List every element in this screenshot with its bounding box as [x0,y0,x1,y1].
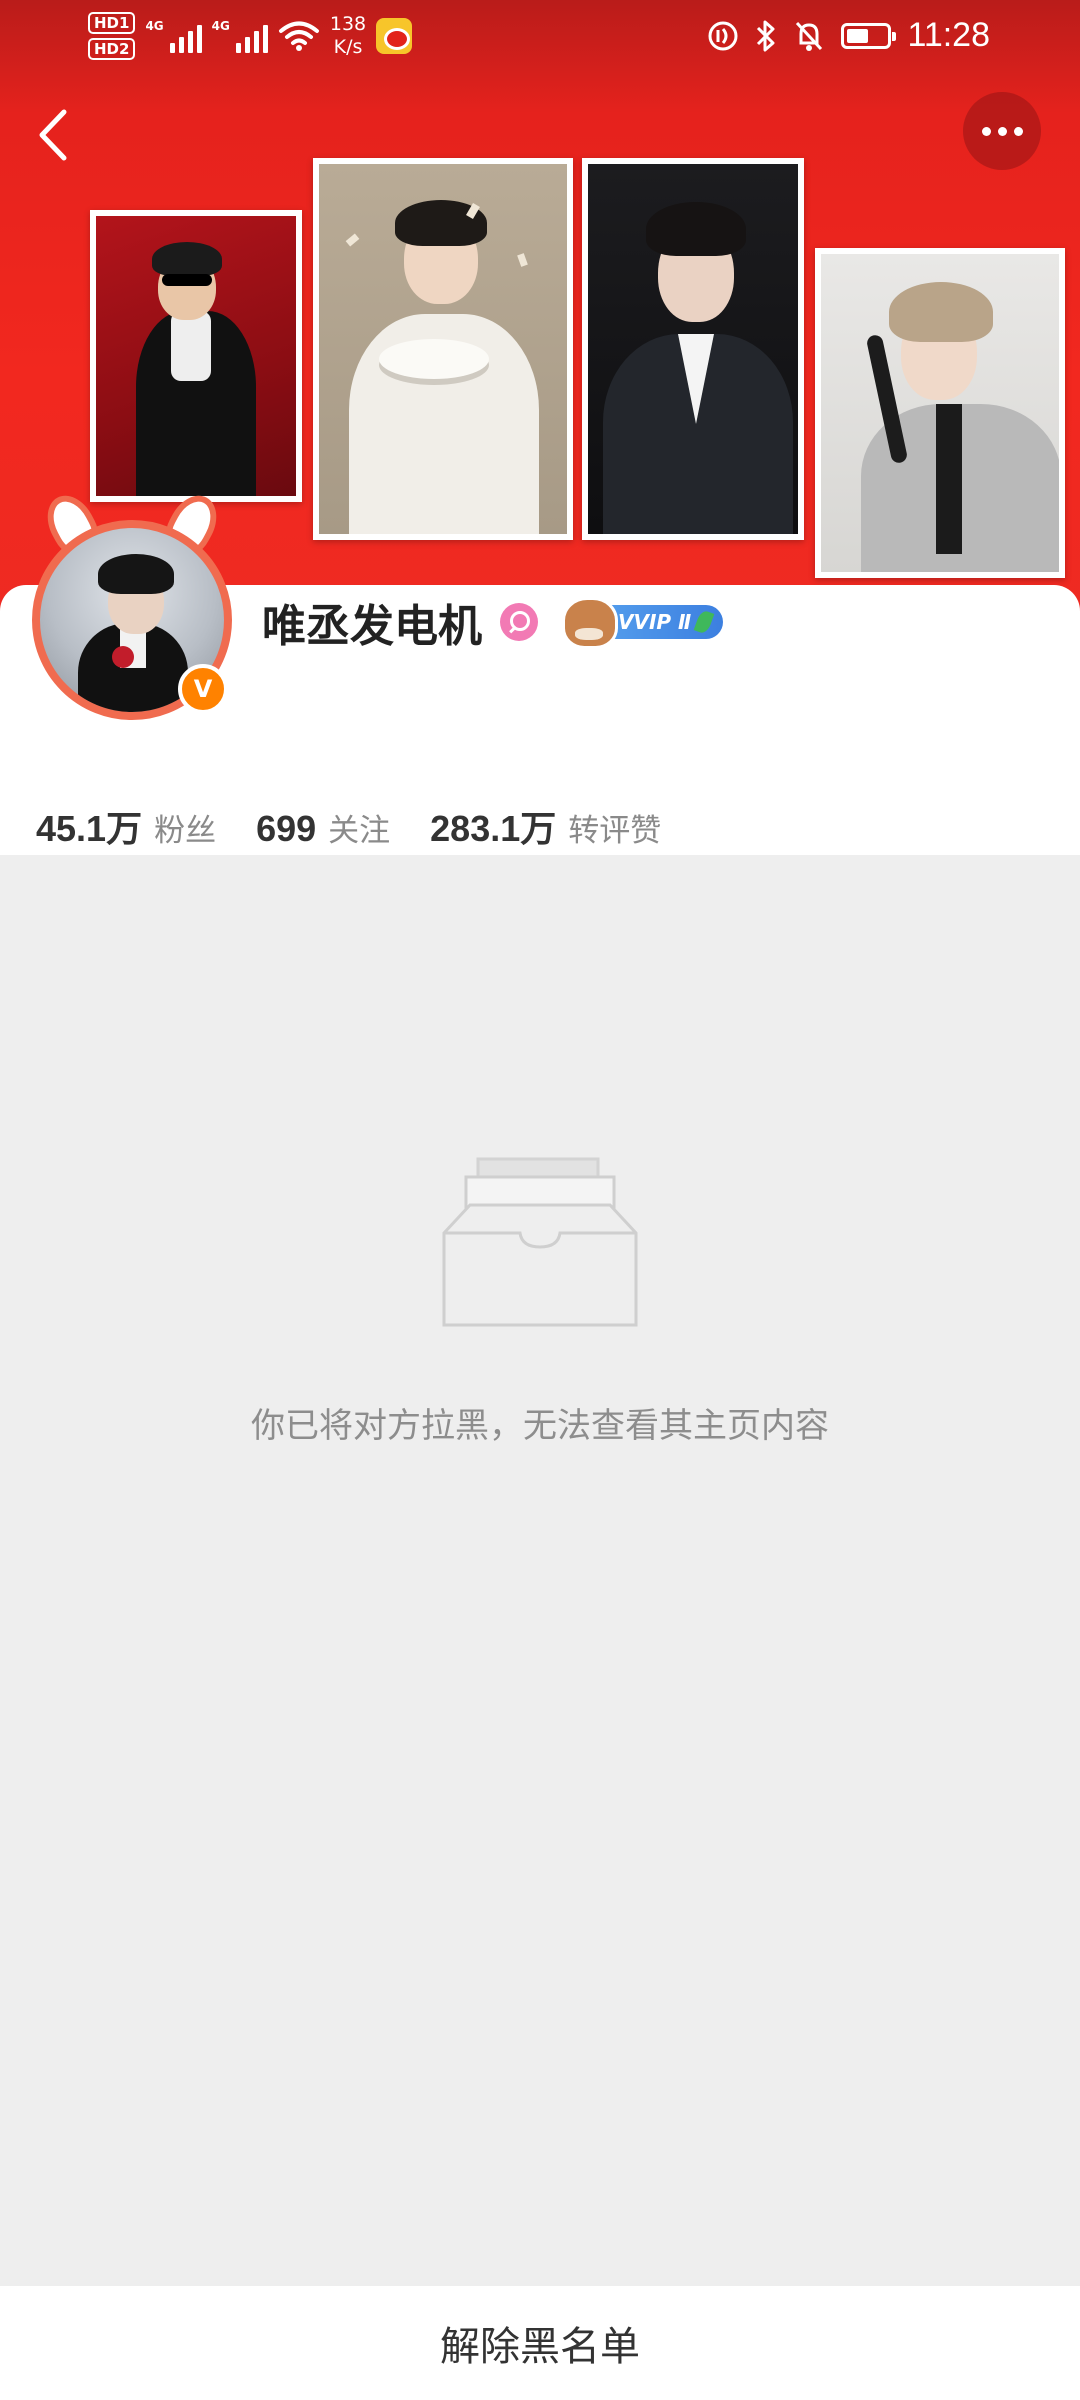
hd-icon: HD1 HD2 [88,12,136,60]
status-bar: HD1 HD2 4G 4G 138 K/s 11:28 [0,0,1080,76]
stat-followers[interactable]: 45.1万 粉丝 [36,800,216,852]
clock: 11:28 [907,16,990,54]
bluetooth-icon [757,20,775,51]
name-row: 唯丞发电机 VVIP Ⅱ [262,590,724,654]
stat-following[interactable]: 699 关注 [256,805,390,850]
banner-photo-3 [582,158,804,540]
stat-reposts-comments-likes[interactable]: 283.1万 转评赞 [430,800,661,852]
verified-badge: V [178,664,228,714]
more-button[interactable] [963,92,1041,170]
vip-badge[interactable]: VVIP Ⅱ [562,597,724,649]
leaf-icon [693,609,715,635]
back-button[interactable] [28,100,84,170]
banner-photo-4 [815,248,1065,578]
vip-label: VVIP Ⅱ [618,610,692,634]
net-speed: 138 K/s [329,13,367,58]
signal-icon: 4G [212,19,268,53]
vip-pet-icon [562,597,618,649]
banner-photo-1 [90,210,302,502]
unblock-button[interactable]: 解除黑名单 [0,2286,1080,2400]
profile-stats: 45.1万 粉丝 699 关注 283.1万 转评赞 [36,800,701,852]
search-icon[interactable] [500,603,538,641]
wifi-icon [278,21,319,51]
weibo-app-icon [376,18,413,54]
username: 唯丞发电机 [262,601,482,652]
chevron-left-icon [39,109,67,161]
mute-icon [796,21,823,51]
signal-icon: 4G [145,19,202,53]
avatar-container[interactable]: V [32,487,232,720]
empty-inbox-icon [442,1157,638,1327]
unblock-label: 解除黑名单 [440,2324,640,2370]
battery-icon [841,22,897,49]
banner-photo-2 [313,158,573,540]
blocked-message: 你已将对方拉黑，无法查看其主页内容 [251,1406,829,1446]
nfc-icon [708,21,738,50]
more-dots-icon [981,126,991,136]
